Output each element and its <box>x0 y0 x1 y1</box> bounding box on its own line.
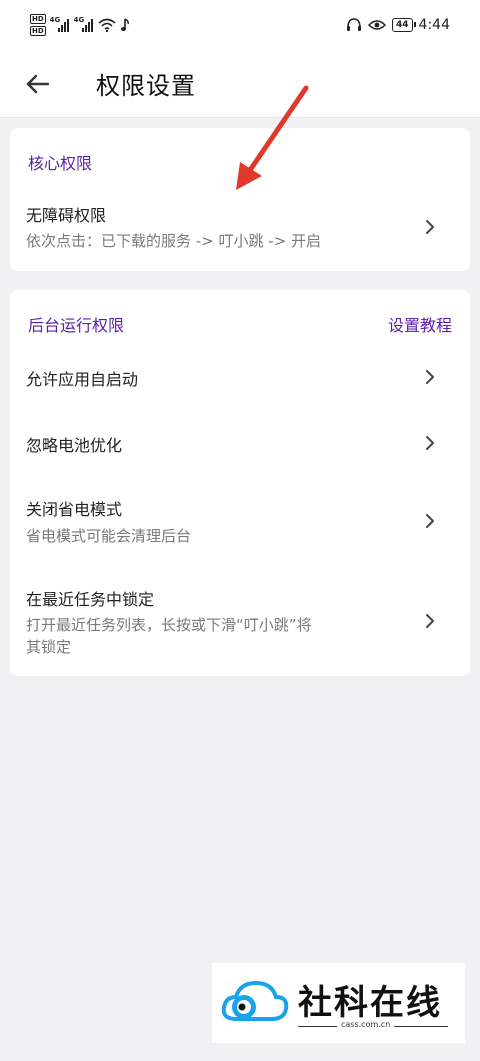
item-description: 其锁定 <box>26 638 72 656</box>
section-title: 核心权限 <box>28 154 93 173</box>
chevron-right-icon <box>426 220 434 234</box>
annotation-arrow <box>236 85 309 190</box>
power-saving-item[interactable]: 关闭省电模式 省电模式可能会清理后台 <box>10 480 470 562</box>
chevron-right-icon <box>426 436 434 450</box>
battery-optimization-item[interactable]: 忽略电池优化 <box>10 414 470 474</box>
status-right: 44 4:44 <box>346 17 450 33</box>
status-bar: HD HD 4G 4G 44 4:44 <box>0 0 480 56</box>
hd-badge: HD <box>30 14 46 24</box>
page-title: 权限设置 <box>96 72 196 100</box>
watermark-text: 社科在线 <box>298 983 442 1023</box>
lock-in-recents-item[interactable]: 在最近任务中锁定 打开最近任务列表，长按或下滑“叮小跳”将 其锁定 <box>10 570 470 670</box>
item-title: 允许应用自启动 <box>26 370 139 389</box>
chevron-right-icon <box>426 614 434 628</box>
clock: 4:44 <box>418 17 450 33</box>
item-description: 依次点击：已下载的服务 -> 叮小跳 -> 开启 <box>26 232 322 250</box>
signal-icon: 4G <box>74 16 94 32</box>
eye-icon <box>368 20 387 30</box>
hd-badge: HD <box>30 26 46 36</box>
music-icon <box>120 18 129 31</box>
section-title: 后台运行权限 <box>28 316 125 335</box>
signal-icon: 4G <box>50 16 70 32</box>
item-title: 关闭省电模式 <box>26 500 123 519</box>
item-description: 省电模式可能会清理后台 <box>26 527 192 545</box>
battery-indicator: 44 <box>392 18 416 32</box>
background-permissions-card: 后台运行权限 设置教程 允许应用自启动 忽略电池优化 关闭省电模式 省电模式可能… <box>10 290 470 676</box>
wifi-icon <box>98 18 116 32</box>
watermark: 社科在线 cass.com.cn <box>212 963 465 1043</box>
status-left: HD HD 4G 4G <box>30 14 130 36</box>
headphones-icon <box>347 18 362 31</box>
watermark-logo <box>221 980 289 1021</box>
chevron-right-icon <box>426 514 434 528</box>
chevron-right-icon <box>426 370 434 384</box>
item-title: 在最近任务中锁定 <box>26 590 155 609</box>
item-description: 打开最近任务列表，长按或下滑“叮小跳”将 <box>26 616 312 634</box>
auto-start-item[interactable]: 允许应用自启动 <box>10 348 470 408</box>
tutorial-link[interactable]: 设置教程 <box>388 312 452 336</box>
accessibility-permission-item[interactable]: 无障碍权限 依次点击：已下载的服务 -> 叮小跳 -> 开启 <box>10 188 470 264</box>
item-title: 忽略电池优化 <box>26 436 123 455</box>
watermark-url: cass.com.cn <box>337 1020 395 1029</box>
hd-indicators: HD HD <box>30 14 46 36</box>
arrow-left-icon[interactable] <box>22 68 54 100</box>
item-title: 无障碍权限 <box>26 206 107 225</box>
